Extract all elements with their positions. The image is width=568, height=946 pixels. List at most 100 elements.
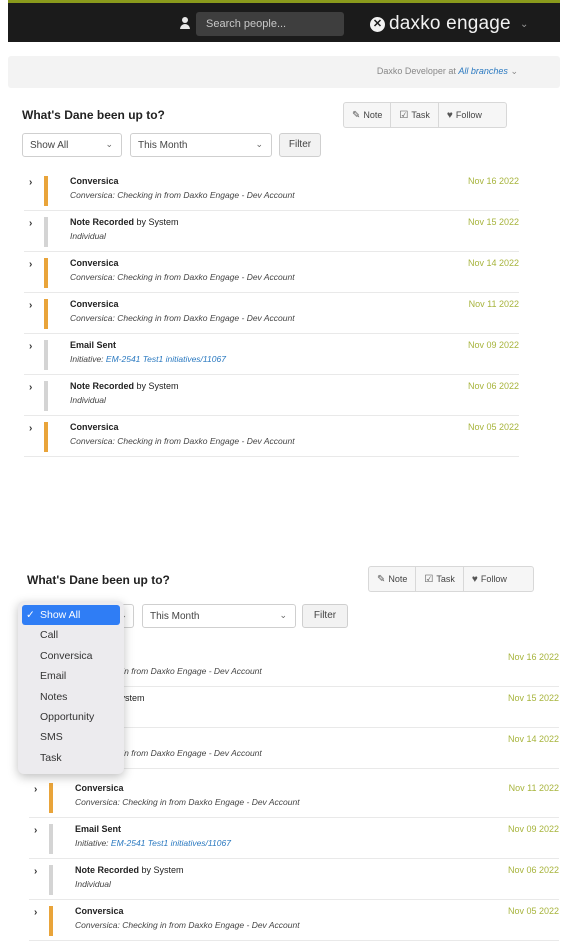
activity-title: Conversica: [75, 783, 124, 793]
note-label: Note: [388, 574, 408, 584]
chevron-right-icon[interactable]: ›: [29, 341, 32, 352]
activity-description: Initiative: EM-2541 Test1 initiatives/11…: [70, 354, 226, 364]
chevron-down-icon: ⌄: [255, 139, 263, 149]
dropdown-option-notes[interactable]: Notes: [18, 687, 124, 707]
initiative-link[interactable]: EM-2541 Test1 initiatives/11067: [111, 838, 231, 848]
chevron-right-icon[interactable]: ›: [34, 866, 37, 877]
period-select[interactable]: This Month ⌄: [142, 604, 296, 628]
activity-date: Nov 11 2022: [508, 783, 559, 793]
chevron-right-icon[interactable]: ›: [29, 177, 32, 188]
chevron-right-icon[interactable]: ›: [29, 382, 32, 393]
chevron-right-icon[interactable]: ›: [34, 825, 37, 836]
activity-type-indicator: [44, 176, 48, 206]
dropdown-option-email[interactable]: Email: [18, 666, 124, 686]
option-label: Show All: [40, 609, 81, 621]
task-button[interactable]: ☑ Task: [416, 567, 464, 591]
follow-label: Follow: [480, 574, 507, 584]
top-navigation-bar: ✕ daxko engage ⌄: [8, 0, 560, 42]
activity-date: Nov 14 2022: [467, 258, 519, 268]
activity-row[interactable]: › Note Recorded by System Individual Nov 15…: [24, 211, 519, 252]
activity-row[interactable]: › Conversica Conversica: Checking in from …: [29, 777, 559, 818]
dropdown-option-task[interactable]: Task: [18, 748, 124, 768]
activity-title: Note Recorded by System: [70, 381, 179, 391]
search-people-input[interactable]: [196, 12, 344, 36]
chevron-right-icon[interactable]: ›: [29, 300, 32, 311]
activity-date: Nov 16 2022: [467, 176, 519, 186]
activity-date: Nov 14 2022: [507, 734, 559, 744]
activity-type-indicator: [44, 217, 48, 247]
activity-date: Nov 15 2022: [507, 693, 559, 703]
all-branches-link[interactable]: All branches: [458, 66, 508, 76]
chevron-down-icon[interactable]: ⌄: [520, 19, 528, 30]
heart-icon: ♥: [471, 573, 478, 585]
activity-list: › Conversica Conversica: Checking in from …: [24, 170, 519, 457]
dropdown-option-show-all[interactable]: ✓ Show All: [22, 605, 120, 626]
activity-type-indicator: [44, 340, 48, 370]
filter-button[interactable]: Filter: [279, 133, 321, 157]
activity-description: Initiative: EM-2541 Test1 initiatives/11…: [75, 838, 231, 848]
daxko-logo-icon: ✕: [370, 16, 385, 32]
activity-row[interactable]: › Conversica Conversica: Checking in from …: [24, 293, 519, 334]
activity-row[interactable]: › Conversica Conversica: Checking in from …: [24, 252, 519, 293]
panel-title: What's Dane been up to?: [22, 108, 165, 122]
task-button[interactable]: ☑ Task: [391, 103, 439, 127]
period-value: This Month: [138, 140, 188, 151]
activity-type-indicator: [44, 381, 48, 411]
chevron-right-icon[interactable]: ›: [29, 423, 32, 434]
daxko-engage-logo[interactable]: ✕ daxko engage: [370, 13, 511, 35]
chevron-down-icon[interactable]: ⌄: [510, 66, 518, 76]
activity-row[interactable]: › Email Sent Initiative: EM-2541 Test1 ini…: [29, 818, 559, 859]
chevron-right-icon[interactable]: ›: [29, 259, 32, 270]
activity-description: Conversica: Checking in from Daxko Engag…: [75, 920, 300, 930]
activity-type-indicator: [44, 299, 48, 329]
activity-date: Nov 05 2022: [507, 906, 559, 916]
follow-button[interactable]: ♥ Follow: [439, 103, 506, 127]
activity-description: Conversica: Checking in from Daxko Engag…: [70, 190, 295, 200]
follow-button[interactable]: ♥ Follow: [464, 567, 533, 591]
initiative-link[interactable]: EM-2541 Test1 initiatives/11067: [106, 354, 226, 364]
panel-title: What's Dane been up to?: [27, 573, 170, 587]
person-icon: [180, 17, 190, 29]
activity-date: Nov 16 2022: [507, 652, 559, 662]
task-icon: ☑: [424, 573, 434, 585]
task-icon: ☑: [399, 109, 409, 121]
activity-row[interactable]: › Note Recorded by System Individual Nov 06…: [24, 375, 519, 416]
chevron-down-icon: ⌄: [279, 610, 287, 620]
branch-selector[interactable]: Daxko Developer at All branches ⌄: [377, 66, 518, 77]
dropdown-option-sms[interactable]: SMS: [18, 727, 124, 747]
activity-description: Conversica: Checking in from Daxko Engag…: [75, 797, 300, 807]
activity-type-indicator: [44, 258, 48, 288]
note-button[interactable]: ✎ Note: [344, 103, 392, 127]
activity-row[interactable]: › Conversica Conversica: Checking in from …: [29, 900, 559, 941]
check-icon: ✓: [26, 609, 35, 621]
activity-date: Nov 09 2022: [467, 340, 519, 350]
dropdown-option-opportunity[interactable]: Opportunity: [18, 707, 124, 727]
period-value: This Month: [150, 611, 200, 622]
activity-date: Nov 09 2022: [507, 824, 559, 834]
note-button[interactable]: ✎ Note: [369, 567, 417, 591]
chevron-right-icon[interactable]: ›: [34, 907, 37, 918]
activity-type-indicator: [49, 865, 53, 895]
activity-row[interactable]: › Conversica Conversica: Checking in from …: [24, 416, 519, 457]
task-label: Task: [411, 110, 430, 120]
period-select[interactable]: This Month ⌄: [130, 133, 272, 157]
activity-date: Nov 06 2022: [467, 381, 519, 391]
activity-title: Conversica: [70, 422, 119, 432]
note-label: Note: [363, 110, 383, 120]
activity-date: Nov 06 2022: [507, 865, 559, 875]
filter-button[interactable]: Filter: [302, 604, 348, 628]
dropdown-option-conversica[interactable]: Conversica: [18, 646, 124, 666]
activity-row[interactable]: › Email Sent Initiative: EM-2541 Test1 ini…: [24, 334, 519, 375]
activity-row[interactable]: › Note Recorded by System Individual Nov 06…: [29, 859, 559, 900]
task-label: Task: [436, 574, 455, 584]
action-buttons: ✎ Note ☑ Task ♥ Follow: [343, 102, 507, 128]
chevron-right-icon[interactable]: ›: [29, 218, 32, 229]
activity-type-select[interactable]: Show All ⌄: [22, 133, 122, 157]
chevron-right-icon[interactable]: ›: [34, 784, 37, 795]
follow-label: Follow: [455, 110, 482, 120]
activity-type-indicator: [49, 783, 53, 813]
dropdown-option-call[interactable]: Call: [18, 625, 124, 645]
activity-description: Individual: [75, 879, 111, 889]
activity-row[interactable]: › Conversica Conversica: Checking in from …: [24, 170, 519, 211]
branch-prefix: Daxko Developer at: [376, 66, 459, 76]
